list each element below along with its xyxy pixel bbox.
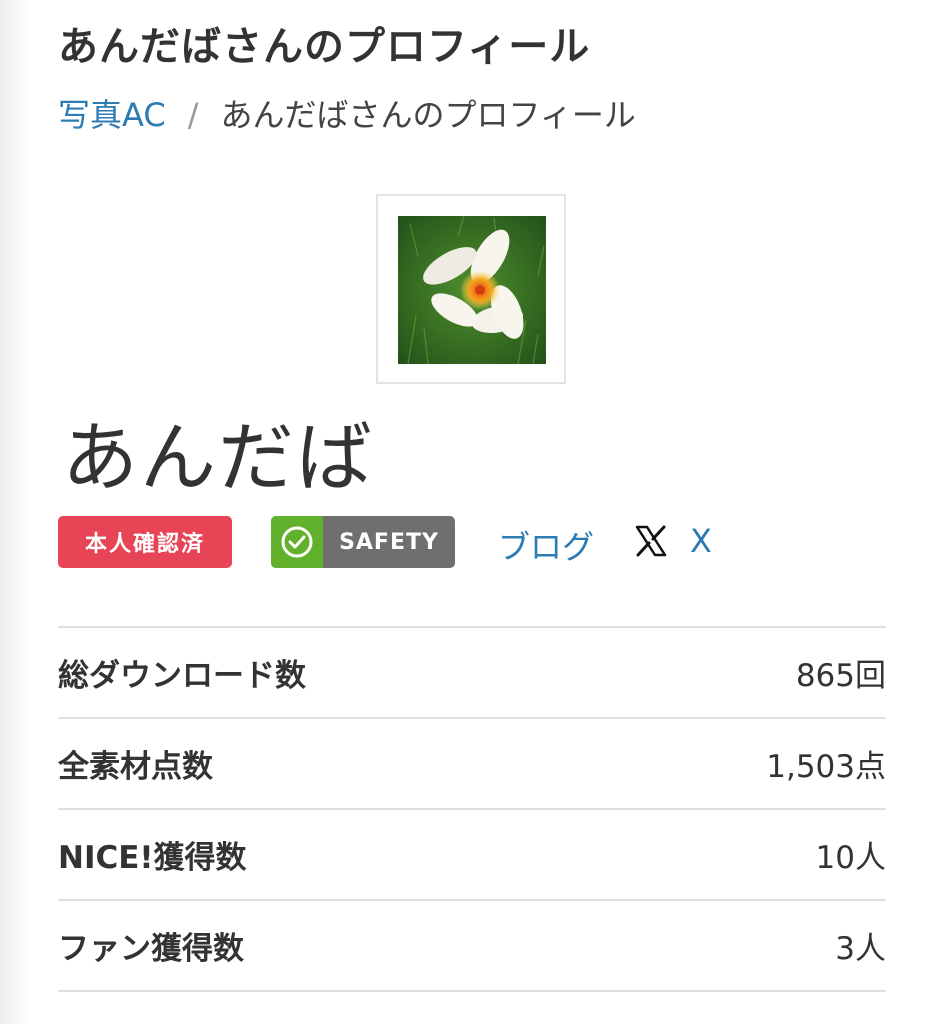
x-link-label: X (690, 522, 712, 560)
safety-badge: SAFETY (271, 516, 455, 568)
breadcrumb-current: あんだばさんのプロフィール (220, 96, 636, 134)
badge-row: 本人確認済 SAFETY ブログ X (58, 516, 886, 568)
stat-label: NICE!獲得数 (58, 840, 247, 876)
breadcrumb-separator: / (187, 96, 199, 134)
left-edge-shadow (0, 0, 30, 1024)
stat-row-downloads: 総ダウンロード数 865回 (58, 628, 886, 719)
stat-row-fans: ファン獲得数 3人 (58, 901, 886, 992)
stat-value: 1,503点 (766, 749, 886, 785)
stat-label: ファン獲得数 (58, 931, 244, 967)
blog-link[interactable]: ブログ (498, 522, 594, 568)
stat-row-materials: 全素材点数 1,503点 (58, 719, 886, 810)
safety-badge-label: SAFETY (339, 529, 439, 555)
stat-value: 10人 (815, 840, 886, 876)
stat-label: 総ダウンロード数 (58, 658, 306, 694)
stat-row-nice: NICE!獲得数 10人 (58, 810, 886, 901)
breadcrumb-home-link[interactable]: 写真AC (58, 96, 166, 134)
flower-photo-icon (398, 216, 546, 364)
stat-label: 全素材点数 (58, 749, 213, 785)
x-profile-link[interactable]: X (634, 522, 712, 560)
page-title: あんだばさんのプロフィール (58, 24, 591, 70)
verified-badge: 本人確認済 (58, 516, 232, 568)
stats-table: 総ダウンロード数 865回 全素材点数 1,503点 NICE!獲得数 10人 … (58, 626, 886, 992)
stat-value: 3人 (835, 931, 886, 967)
avatar (376, 194, 566, 384)
check-circle-icon (271, 516, 323, 568)
x-logo-icon (634, 524, 668, 558)
stat-value: 865回 (795, 658, 886, 694)
user-name: あんだば (62, 413, 374, 502)
breadcrumb: 写真AC / あんだばさんのプロフィール (58, 90, 636, 136)
